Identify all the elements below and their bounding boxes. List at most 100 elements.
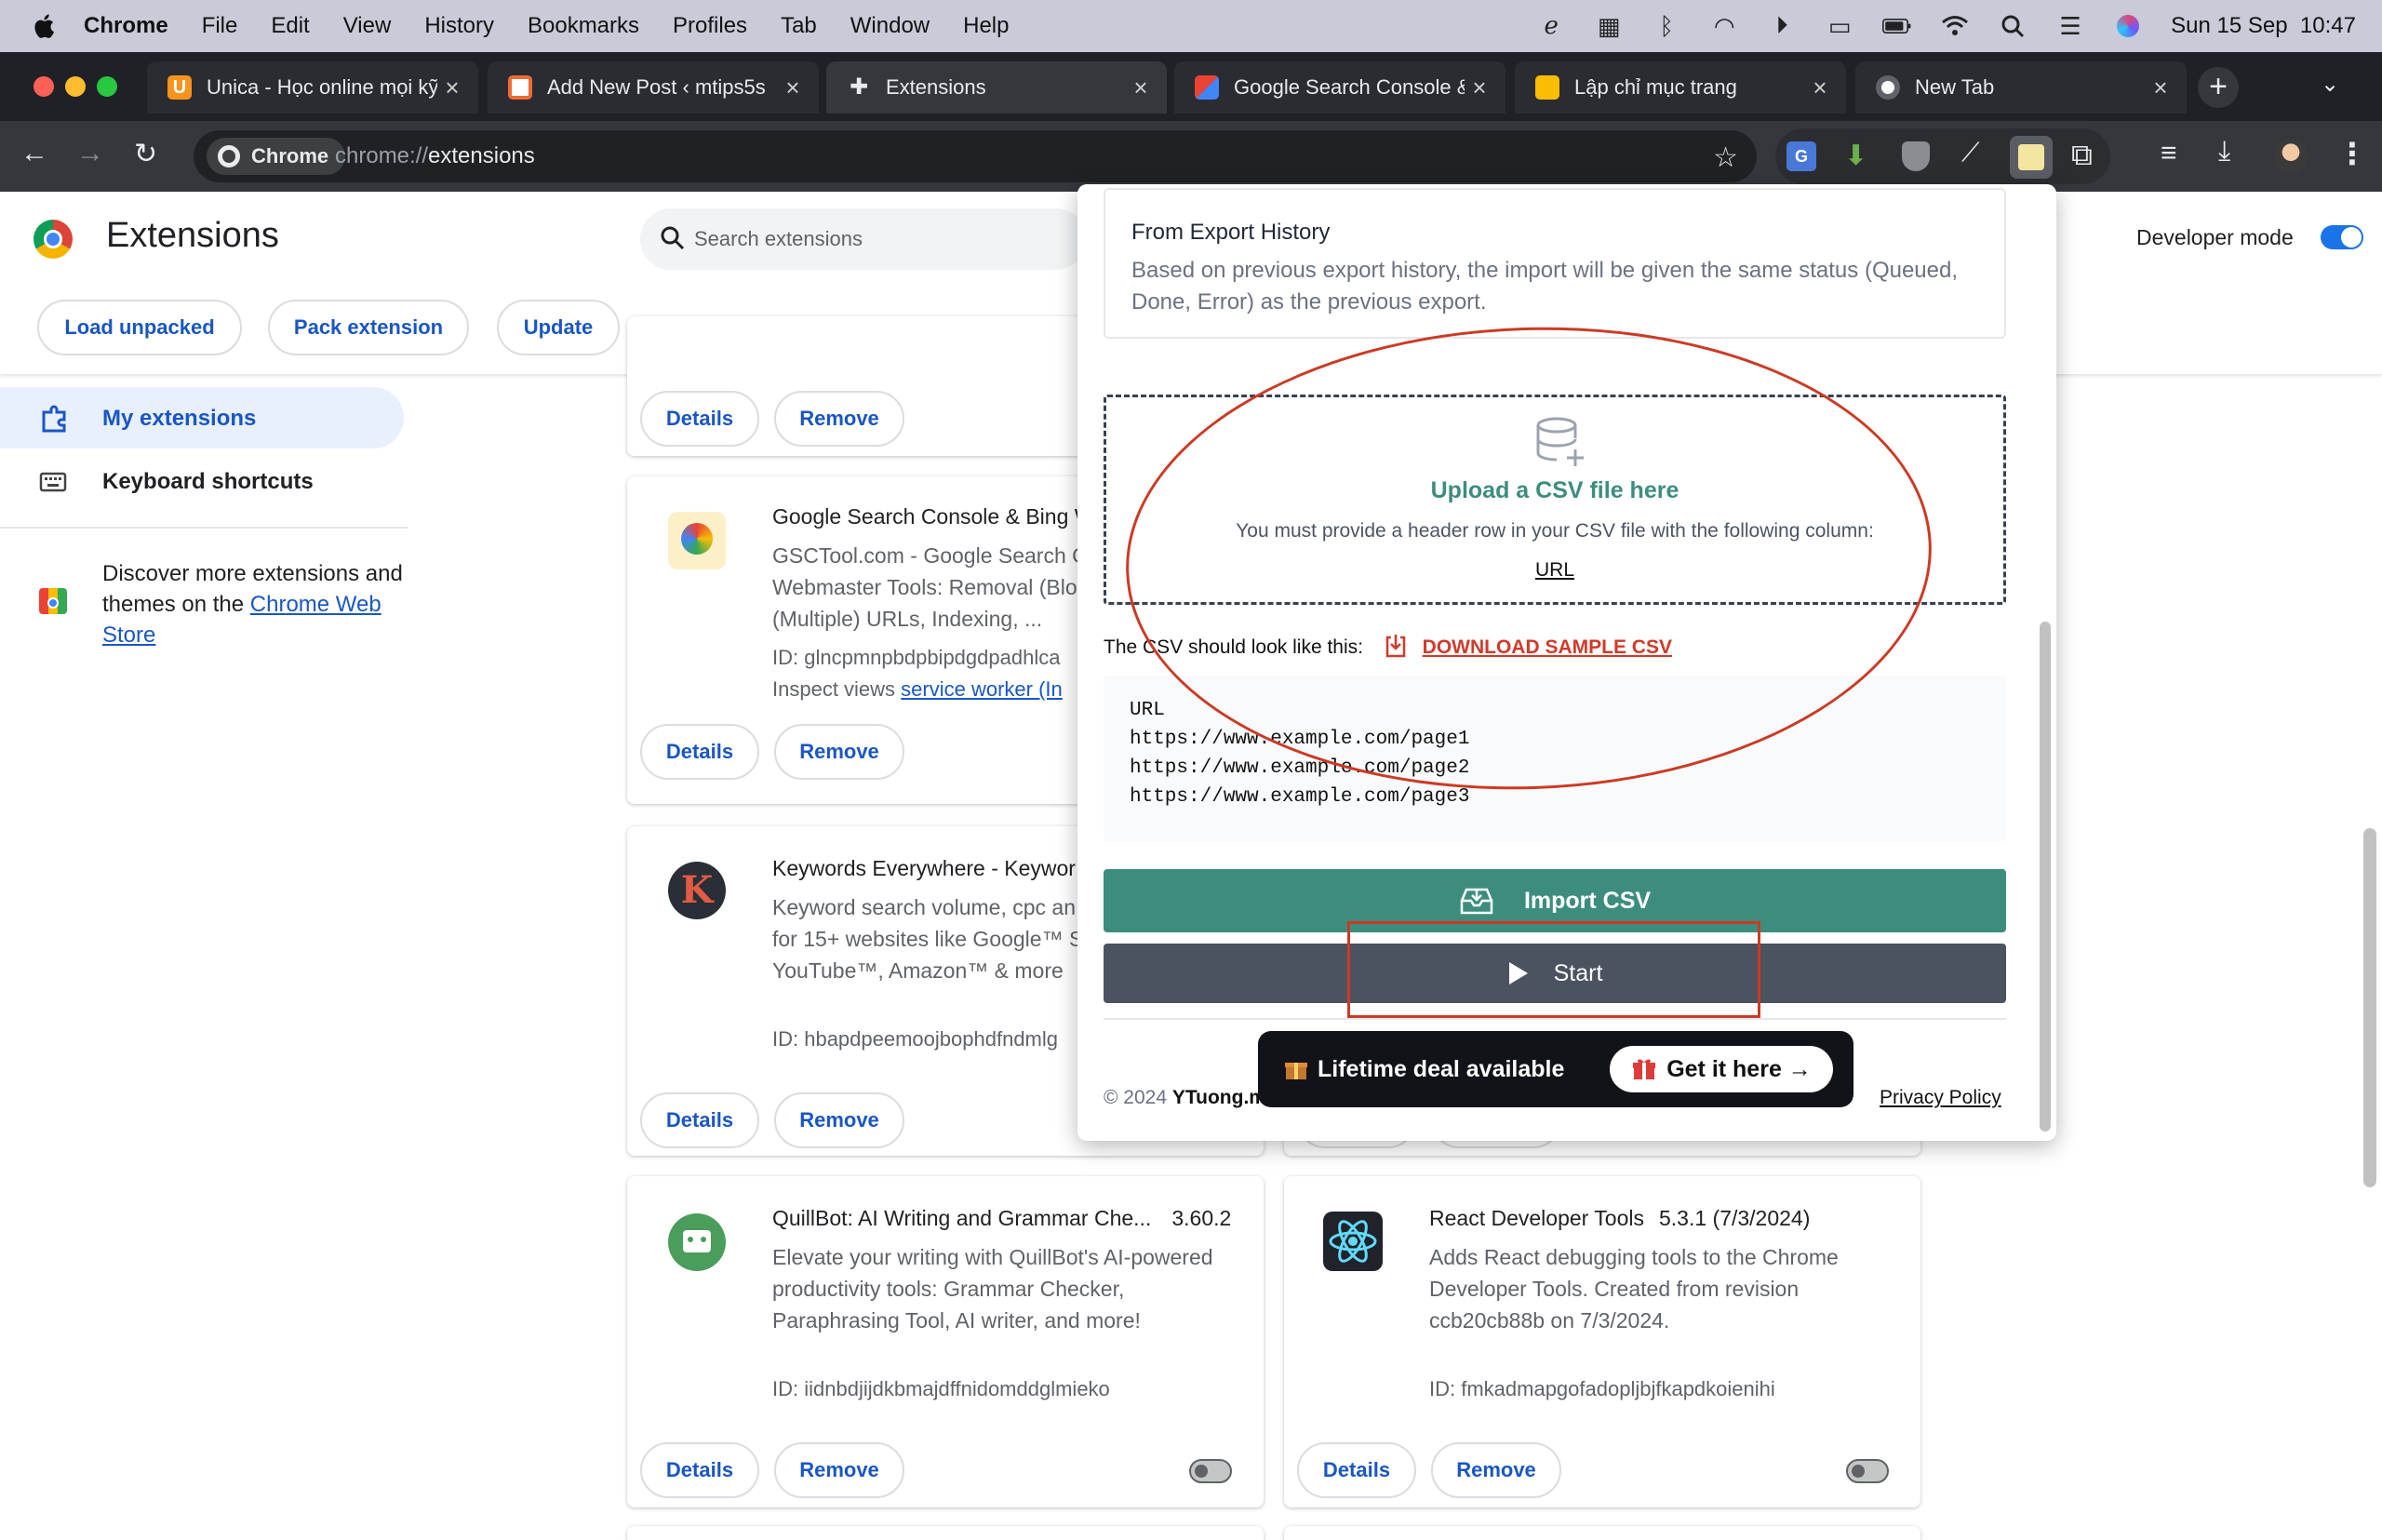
- menu-bar-clock[interactable]: Sun 15 Sep 10:47: [2171, 13, 2356, 39]
- play-status-icon[interactable]: ⏵: [1767, 11, 1797, 39]
- menu-file[interactable]: File: [202, 13, 238, 39]
- forward-arrow-icon[interactable]: →: [76, 138, 104, 169]
- inspect-views-label: Inspect views: [772, 677, 902, 701]
- lifetime-deal-text: Lifetime deal available: [1318, 1056, 1565, 1082]
- enable-toggle[interactable]: [1846, 1459, 1889, 1483]
- description-line: ccb20cb88b on 7/3/2024.: [1429, 1308, 1670, 1332]
- export-history-option[interactable]: From Export History Based on previous ex…: [1104, 188, 2006, 339]
- details-button[interactable]: Details: [640, 391, 759, 447]
- chrome-logo-icon: [218, 145, 240, 167]
- extension-description: Adds React debugging tools to the Chrome…: [1429, 1241, 1839, 1336]
- tab-extensions[interactable]: ✚ Extensions ×: [826, 61, 1167, 114]
- menu-app-name[interactable]: Chrome: [84, 13, 168, 39]
- tab-new-tab[interactable]: New Tab ×: [1855, 61, 2187, 114]
- chrome-menu-kebab-icon[interactable]: ⋮: [2337, 136, 2367, 171]
- eyedropper-icon[interactable]: ⟋: [1961, 138, 1980, 168]
- profile-avatar[interactable]: [2274, 140, 2308, 173]
- tab-close-icon[interactable]: ×: [1805, 74, 1835, 102]
- menu-view[interactable]: View: [343, 13, 392, 39]
- control-center-icon[interactable]: ☰: [2055, 12, 2085, 40]
- tab-add-new-post[interactable]: Add New Post ‹ mtips5s ×: [488, 61, 819, 114]
- bluetooth-icon[interactable]: ᛒ: [1652, 12, 1681, 40]
- downloads-icon[interactable]: ⤓: [2218, 136, 2230, 167]
- search-extensions-input[interactable]: Search extensions: [640, 208, 1087, 270]
- siri-icon[interactable]: [2113, 13, 2143, 39]
- tab-search-chevron-down-icon[interactable]: ⌄: [2321, 71, 2339, 98]
- apple-menu-icon[interactable]: [32, 12, 60, 40]
- bookmark-star-icon[interactable]: ☆: [1713, 141, 1738, 174]
- extensions-puzzle-icon[interactable]: ⧉: [2071, 138, 2093, 173]
- menu-history[interactable]: History: [424, 13, 494, 39]
- tab-close-icon[interactable]: ×: [1126, 74, 1156, 102]
- reload-icon[interactable]: ↻: [134, 138, 157, 170]
- download-arrow-extension-icon[interactable]: ⬇: [1844, 140, 1867, 172]
- display-status-icon[interactable]: ▭: [1825, 12, 1854, 40]
- menu-tab[interactable]: Tab: [781, 13, 817, 39]
- headphones-icon[interactable]: ◠: [1709, 12, 1739, 40]
- sidebar-item-label: My extensions: [102, 406, 257, 431]
- window-zoom-button[interactable]: [97, 76, 117, 97]
- reading-list-icon[interactable]: ≡: [2161, 138, 2177, 169]
- url-text: chrome://extensions: [335, 130, 535, 182]
- tab-close-icon[interactable]: ×: [1465, 74, 1494, 102]
- sidebar-item-keyboard-shortcuts[interactable]: Keyboard shortcuts: [102, 469, 314, 495]
- details-button[interactable]: Details: [640, 724, 759, 780]
- chip-label: Chrome: [251, 144, 329, 167]
- pack-extension-button[interactable]: Pack extension: [268, 300, 469, 355]
- page-scrollbar[interactable]: [2363, 828, 2376, 1187]
- tab-close-icon[interactable]: ×: [2146, 74, 2175, 102]
- extensions-puzzle-icon: [42, 405, 66, 433]
- details-button[interactable]: Details: [1297, 1442, 1416, 1498]
- puzzle-piece-icon: ✚: [849, 74, 869, 100]
- spotlight-search-icon[interactable]: [1998, 13, 2027, 39]
- chrome-favicon-icon: [1876, 75, 1900, 100]
- tab-close-icon[interactable]: ×: [437, 74, 467, 102]
- code-line: https://www.example.com/page3: [1130, 786, 1470, 808]
- battery-icon[interactable]: [1882, 13, 1912, 39]
- popup-scrollbar[interactable]: [2040, 622, 2051, 1132]
- menu-window[interactable]: Window: [850, 13, 930, 39]
- update-button[interactable]: Update: [497, 300, 620, 355]
- get-it-here-button[interactable]: Get it here →: [1610, 1046, 1833, 1092]
- chrome-chip[interactable]: Chrome: [207, 138, 346, 175]
- menu-bookmarks[interactable]: Bookmarks: [528, 13, 639, 39]
- window-minimize-button[interactable]: [65, 76, 86, 97]
- menu-help[interactable]: Help: [963, 13, 1009, 39]
- remove-button[interactable]: Remove: [774, 391, 904, 447]
- details-button[interactable]: Details: [640, 1092, 759, 1148]
- load-unpacked-button[interactable]: Load unpacked: [37, 300, 242, 355]
- description-line: Elevate your writing with QuillBot's AI-…: [772, 1245, 1213, 1269]
- window-close-button[interactable]: [33, 76, 54, 97]
- remove-button[interactable]: Remove: [774, 724, 904, 780]
- gsctool-extension-icon[interactable]: [2010, 136, 2053, 179]
- grid-status-icon[interactable]: ▦: [1594, 12, 1624, 40]
- gift-icon: [1633, 1059, 1656, 1079]
- menu-profiles[interactable]: Profiles: [673, 13, 747, 39]
- new-tab-button[interactable]: +: [2198, 67, 2239, 108]
- search-placeholder: Search extensions: [694, 227, 863, 250]
- ublock-shield-icon[interactable]: [1902, 141, 1930, 171]
- menu-edit[interactable]: Edit: [271, 13, 309, 39]
- developer-mode-toggle[interactable]: [2321, 225, 2363, 249]
- chrome-web-store-icon: [39, 588, 67, 614]
- edge-status-icon[interactable]: e: [1536, 12, 1566, 40]
- back-arrow-icon[interactable]: ←: [20, 138, 48, 169]
- service-worker-link[interactable]: service worker (In: [901, 677, 1063, 701]
- translate-extension-icon[interactable]: G: [1786, 141, 1816, 171]
- remove-button[interactable]: Remove: [774, 1092, 904, 1148]
- remove-button[interactable]: Remove: [774, 1442, 904, 1498]
- inbox-tray-icon: [1460, 888, 1493, 915]
- details-button[interactable]: Details: [640, 1442, 759, 1498]
- tab-google-search-console[interactable]: Google Search Console & ×: [1174, 61, 1505, 114]
- enable-toggle[interactable]: [1189, 1459, 1232, 1483]
- tab-close-icon[interactable]: ×: [778, 74, 808, 102]
- description-line: Keyword search volume, cpc an: [772, 895, 1076, 919]
- remove-button[interactable]: Remove: [1431, 1442, 1561, 1498]
- sidebar-divider: [0, 527, 408, 529]
- tab-lap-chi-muc-trang[interactable]: Lập chỉ mục trang ×: [1515, 61, 1846, 114]
- privacy-policy-link[interactable]: Privacy Policy: [1880, 1087, 2001, 1109]
- wifi-icon[interactable]: [1940, 13, 1970, 39]
- export-history-description: Based on previous export history, the im…: [1131, 258, 1959, 315]
- address-bar[interactable]: Chrome chrome://extensions ☆: [194, 130, 1757, 182]
- tab-unica[interactable]: U Unica - Học online mọi kỹ ×: [147, 61, 478, 114]
